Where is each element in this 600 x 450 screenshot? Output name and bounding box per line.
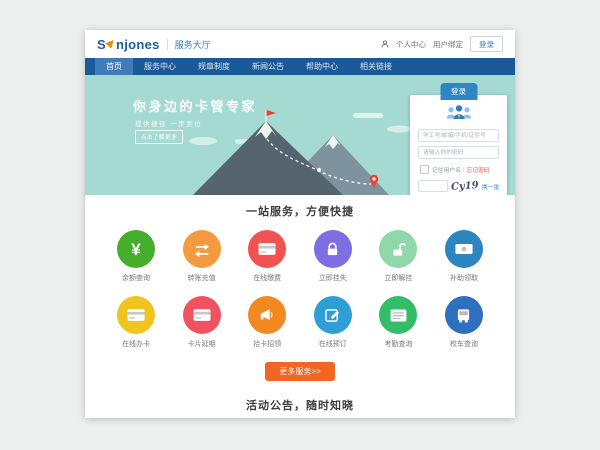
forgot-password-link[interactable]: 忘记密码 xyxy=(467,165,490,174)
logo-text-left: S xyxy=(97,37,106,52)
service-report-loss[interactable]: 立即挂失 xyxy=(310,230,356,283)
nav-item-links[interactable]: 相关链接 xyxy=(349,58,403,75)
megaphone-icon xyxy=(248,296,286,334)
logo-arrow-icon xyxy=(105,37,116,48)
bus-icon xyxy=(445,296,483,334)
divider: | xyxy=(463,167,465,173)
card-icon xyxy=(117,296,155,334)
announcements-section: 活动公告，随时知晓 使用指南 最新公告 更多>> 使用指南 更多>> xyxy=(85,381,515,418)
mountain-illustration xyxy=(181,107,421,195)
hero-subtitle: 提供捷径 一步到位 xyxy=(135,118,202,128)
announcements-title: 活动公告，随时知晓 xyxy=(85,397,515,413)
logo-divider xyxy=(167,39,168,50)
lock-icon xyxy=(314,230,352,268)
password-input[interactable] xyxy=(418,146,499,159)
service-unlock[interactable]: 立即解挂 xyxy=(375,230,421,283)
service-online-booking[interactable]: 在线预订 xyxy=(310,296,356,349)
users-avatar-icon xyxy=(418,103,499,125)
nav-item-rules[interactable]: 规章制度 xyxy=(187,58,241,75)
service-label: 补助领取 xyxy=(441,273,487,283)
header-login-button[interactable]: 登录 xyxy=(470,36,503,52)
service-school-bus[interactable]: 校车查询 xyxy=(441,296,487,349)
captcha-input[interactable] xyxy=(418,180,448,192)
login-panel: 登录 记住用户名 | 忘记密码 Cy19 换一张 xyxy=(410,95,507,195)
services-row-2: 在线办卡 卡片延期 拾卡招领 在线预订 xyxy=(85,296,515,349)
service-label: 转账充值 xyxy=(179,273,225,283)
service-label: 拾卡招领 xyxy=(244,339,290,349)
hero-cta-button[interactable]: 点击了解更多 xyxy=(135,130,183,144)
list-icon xyxy=(379,296,417,334)
remember-label: 记住用户名 xyxy=(432,165,461,174)
captcha-image: Cy19 xyxy=(451,180,479,193)
header-actions: 个人中心 用户绑定 登录 xyxy=(381,36,503,52)
card-icon xyxy=(248,230,286,268)
service-label: 在线缴费 xyxy=(244,273,290,283)
captcha-refresh-link[interactable]: 换一张 xyxy=(482,182,499,191)
service-label: 在线办卡 xyxy=(113,339,159,349)
card-icon xyxy=(183,296,221,334)
portal-page: S njones 服务大厅 个人中心 用户绑定 登录 首页 服务中心 规章制度 … xyxy=(85,30,515,418)
captcha-row: Cy19 换一张 xyxy=(418,180,499,192)
service-label: 卡片延期 xyxy=(179,339,225,349)
yuan-icon: ¥ xyxy=(117,230,155,268)
service-apply-card[interactable]: 在线办卡 xyxy=(113,296,159,349)
service-balance[interactable]: ¥ 余额查询 xyxy=(113,230,159,283)
user-icon xyxy=(381,40,389,48)
nav-item-help-center[interactable]: 帮助中心 xyxy=(295,58,349,75)
unlock-icon xyxy=(379,230,417,268)
service-label: 余额查询 xyxy=(113,273,159,283)
services-row-1: ¥ 余额查询 转账充值 在线缴费 立即挂失 xyxy=(85,230,515,283)
hero-banner: 你身边的卡管专家 提供捷径 一步到位 点击了解更多 登录 记住用户名 | 忘记密… xyxy=(85,75,515,195)
nav-item-home[interactable]: 首页 xyxy=(95,58,133,75)
service-label: 立即挂失 xyxy=(310,273,356,283)
hero-title: 你身边的卡管专家 xyxy=(133,96,257,115)
service-attendance[interactable]: 考勤查询 xyxy=(375,296,421,349)
service-subsidy[interactable]: 补助领取 xyxy=(441,230,487,283)
service-label: 考勤查询 xyxy=(375,339,421,349)
username-input[interactable] xyxy=(418,129,499,142)
service-online-payment[interactable]: 在线缴费 xyxy=(244,230,290,283)
service-label: 在线预订 xyxy=(310,339,356,349)
site-header: S njones 服务大厅 个人中心 用户绑定 登录 xyxy=(85,30,515,58)
user-binding-link[interactable]: 用户绑定 xyxy=(433,39,463,50)
services-section: 一站服务，方便快捷 ¥ 余额查询 转账充值 在线缴费 xyxy=(85,195,515,381)
service-found-card[interactable]: 拾卡招领 xyxy=(244,296,290,349)
banknote-icon xyxy=(445,230,483,268)
transfer-icon xyxy=(183,230,221,268)
logo-text-right: njones xyxy=(116,37,160,52)
personal-center-link[interactable]: 个人中心 xyxy=(396,39,426,50)
service-label: 校车查询 xyxy=(441,339,487,349)
login-tab[interactable]: 登录 xyxy=(440,83,477,100)
service-transfer[interactable]: 转账充值 xyxy=(179,230,225,283)
logo[interactable]: S njones 服务大厅 xyxy=(97,37,211,52)
service-label: 立即解挂 xyxy=(375,273,421,283)
edit-icon xyxy=(314,296,352,334)
more-services-button[interactable]: 更多服务>> xyxy=(265,362,335,381)
service-card-extension[interactable]: 卡片延期 xyxy=(179,296,225,349)
nav-item-news[interactable]: 新闻公告 xyxy=(241,58,295,75)
remember-row: 记住用户名 | 忘记密码 xyxy=(418,163,499,176)
nav-item-service-center[interactable]: 服务中心 xyxy=(133,58,187,75)
site-name: 服务大厅 xyxy=(175,38,211,51)
remember-checkbox[interactable] xyxy=(420,165,428,173)
main-nav: 首页 服务中心 规章制度 新闻公告 帮助中心 相关链接 xyxy=(85,58,515,75)
services-title: 一站服务，方便快捷 xyxy=(85,203,515,219)
